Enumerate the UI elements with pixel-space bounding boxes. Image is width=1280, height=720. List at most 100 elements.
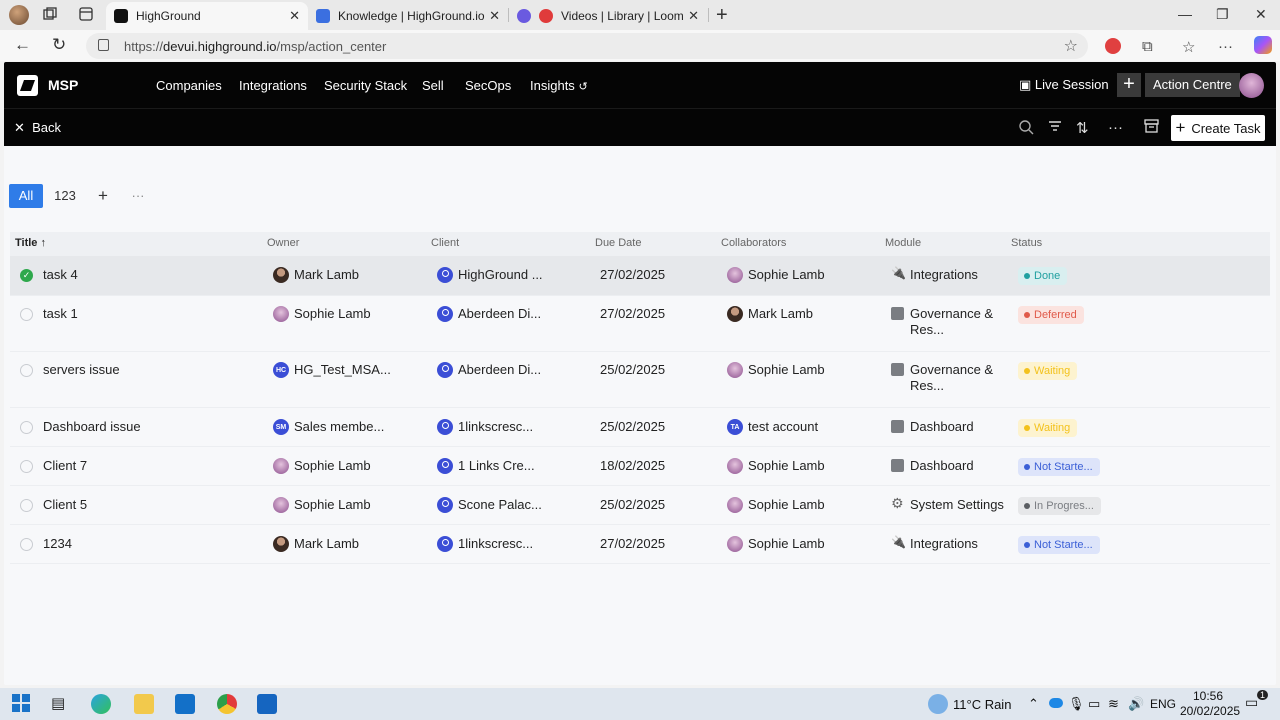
chevron-up-icon[interactable]: ⌃ xyxy=(1028,696,1039,712)
view-tab-123[interactable]: 123 xyxy=(50,184,80,208)
wifi-icon[interactable]: ≋ xyxy=(1108,696,1119,712)
table-row[interactable]: task 1 Sophie Lamb Aberdeen Di... 27/02/… xyxy=(10,296,1270,352)
add-icon-button[interactable]: + xyxy=(1117,73,1141,97)
refresh-icon[interactable]: ↻ xyxy=(52,35,66,55)
favorite-star-icon[interactable]: ☆ xyxy=(1064,36,1078,56)
nav-companies[interactable]: Companies xyxy=(156,78,222,93)
vscode-icon[interactable] xyxy=(257,694,277,714)
notification-icon[interactable]: ▭ xyxy=(1245,694,1258,711)
task-title: servers issue xyxy=(43,362,120,377)
table-row[interactable]: Client 7 Sophie Lamb 1 Links Cre... 18/0… xyxy=(10,447,1270,486)
status-badge[interactable]: In Progres... xyxy=(1018,497,1101,515)
highground-logo-icon[interactable] xyxy=(17,75,38,96)
table-row[interactable]: Client 5 Sophie Lamb Scone Palac... 25/0… xyxy=(10,486,1270,525)
battery-icon[interactable]: ▭ xyxy=(1088,696,1100,712)
collaborator-cell: Sophie Lamb xyxy=(727,536,825,552)
status-badge[interactable]: Deferred xyxy=(1018,306,1084,324)
column-owner[interactable]: Owner xyxy=(267,237,299,249)
clock-date[interactable]: 20/02/2025 xyxy=(1180,704,1240,718)
status-badge[interactable]: Not Starte... xyxy=(1018,536,1100,554)
tab-loom[interactable]: Videos | Library | Loom ✕ xyxy=(509,2,707,30)
status-badge[interactable]: Waiting xyxy=(1018,419,1078,437)
complete-checkbox[interactable] xyxy=(20,460,33,473)
workspaces-icon[interactable] xyxy=(42,6,60,24)
status-badge[interactable]: Not Starte... xyxy=(1018,458,1100,476)
archive-icon[interactable] xyxy=(1144,119,1159,137)
close-tab-icon[interactable]: ✕ xyxy=(289,8,300,24)
done-check-icon[interactable]: ✓ xyxy=(20,269,33,282)
close-tab-icon[interactable]: ✕ xyxy=(489,8,500,24)
outlook-icon[interactable] xyxy=(175,694,195,714)
live-session-button[interactable]: ▣ Live Session xyxy=(1019,77,1109,93)
copilot-icon[interactable] xyxy=(1254,36,1272,54)
file-explorer-icon[interactable] xyxy=(134,694,154,714)
status-badge[interactable]: Waiting xyxy=(1018,362,1078,380)
close-tab-icon[interactable]: ✕ xyxy=(688,8,699,24)
extension-icon[interactable] xyxy=(1105,38,1121,54)
more-options-icon[interactable]: ··· xyxy=(1108,119,1123,136)
nav-secops[interactable]: SecOps xyxy=(465,78,511,93)
tab-separator xyxy=(708,8,709,22)
filter-icon[interactable] xyxy=(1048,119,1062,137)
column-title[interactable]: Title ↑ xyxy=(15,237,46,249)
task-title: task 4 xyxy=(43,267,78,282)
complete-checkbox[interactable] xyxy=(20,308,33,321)
table-row[interactable]: servers issue HC HG_Test_MSA... Aberdeen … xyxy=(10,352,1270,408)
chrome-icon[interactable] xyxy=(217,694,237,714)
table-row[interactable]: Dashboard issue SM Sales membe... 1linksc… xyxy=(10,408,1270,447)
create-task-button[interactable]: + Create Task xyxy=(1171,115,1265,141)
close-window-icon[interactable]: ✕ xyxy=(1255,6,1267,23)
table-row[interactable]: 1234 Mark Lamb 1linkscresc... 27/02/2025… xyxy=(10,525,1270,564)
profile-avatar[interactable] xyxy=(9,5,29,25)
back-button[interactable]: ✕ Back xyxy=(14,120,61,136)
favorites-icon[interactable]: ☆ xyxy=(1182,38,1195,56)
windows-start-icon[interactable] xyxy=(12,694,32,714)
complete-checkbox[interactable] xyxy=(20,421,33,434)
client-cell: 1linkscresc... xyxy=(437,419,533,435)
column-due-date[interactable]: Due Date xyxy=(595,237,641,249)
tab-knowledge[interactable]: Knowledge | HighGround.io | Inte ✕ xyxy=(308,2,508,30)
new-tab-icon[interactable]: + xyxy=(716,4,728,27)
tab-actions-icon[interactable] xyxy=(78,6,96,24)
edge-browser-icon[interactable] xyxy=(91,694,111,714)
column-status[interactable]: Status xyxy=(1011,237,1042,249)
url-input[interactable]: https://devui.highground.io/msp/action_c… xyxy=(86,33,1088,59)
nav-insights[interactable]: Insights ↺ xyxy=(530,78,588,93)
column-module[interactable]: Module xyxy=(885,237,921,249)
microphone-icon[interactable]: 🎙 xyxy=(1068,696,1085,712)
user-avatar[interactable] xyxy=(1239,73,1264,98)
client-icon xyxy=(437,306,453,322)
language-indicator[interactable]: ENG xyxy=(1150,697,1176,711)
view-tab-all[interactable]: All xyxy=(9,184,43,208)
maximize-icon[interactable]: ❐ xyxy=(1216,6,1229,23)
nav-security-stack[interactable]: Security Stack xyxy=(324,78,407,93)
collaborator-cell: Sophie Lamb xyxy=(727,458,825,474)
more-menu-icon[interactable]: ··· xyxy=(1218,38,1233,55)
column-client[interactable]: Client xyxy=(431,237,459,249)
tab-highground[interactable]: HighGround ✕ xyxy=(106,2,308,30)
add-view-icon[interactable]: + xyxy=(92,184,114,208)
sort-icon[interactable]: ⇅ xyxy=(1076,119,1089,137)
back-arrow-icon[interactable]: ← xyxy=(14,35,31,55)
view-more-icon[interactable]: ··· xyxy=(126,184,150,208)
client-cell: HighGround ... xyxy=(437,267,543,283)
task-view-icon[interactable]: ▤ xyxy=(51,694,71,714)
onedrive-icon[interactable] xyxy=(1049,698,1063,708)
action-centre-button[interactable]: Action Centre xyxy=(1145,73,1240,97)
nav-sell[interactable]: Sell xyxy=(422,78,444,93)
table-row[interactable]: ✓ task 4 Mark Lamb HighGround ... 27/02/… xyxy=(10,256,1270,296)
status-badge[interactable]: Done xyxy=(1018,267,1068,285)
complete-checkbox[interactable] xyxy=(20,364,33,377)
complete-checkbox[interactable] xyxy=(20,538,33,551)
column-collaborators[interactable]: Collaborators xyxy=(721,237,786,249)
search-icon[interactable] xyxy=(1018,119,1034,139)
extensions-puzzle-icon[interactable]: ⧉ xyxy=(1142,38,1153,55)
nav-integrations[interactable]: Integrations xyxy=(239,78,307,93)
weather-text[interactable]: 11°C Rain xyxy=(953,697,1011,712)
clock-time[interactable]: 10:56 xyxy=(1193,689,1223,703)
minimize-icon[interactable]: — xyxy=(1178,6,1192,22)
volume-icon[interactable]: 🔊 xyxy=(1128,696,1144,712)
module-cell: Governance & Res... xyxy=(891,362,1002,394)
complete-checkbox[interactable] xyxy=(20,499,33,512)
module-cell: Dashboard xyxy=(891,458,974,473)
